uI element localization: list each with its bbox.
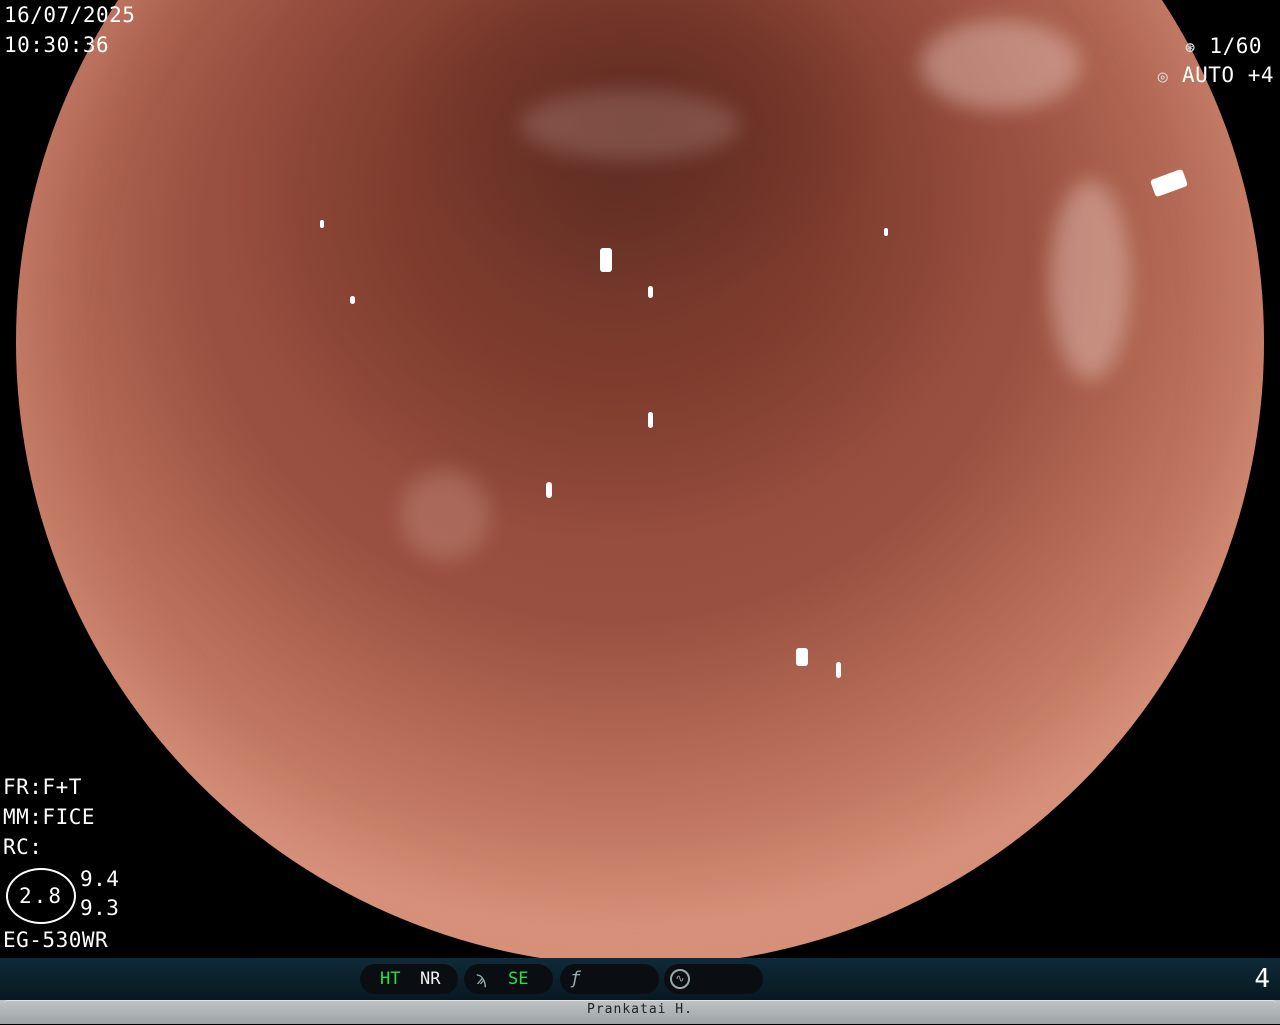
se-label: SE bbox=[508, 969, 529, 989]
mucosa-glare bbox=[520, 90, 740, 160]
function-icon: ƒ bbox=[570, 968, 581, 989]
exam-date: 16/07/2025 bbox=[4, 3, 136, 27]
ht-label: HT bbox=[380, 969, 401, 989]
specular-highlight bbox=[836, 662, 841, 678]
specular-highlight bbox=[648, 286, 653, 298]
gauge-upper-value: 9.4 bbox=[80, 867, 120, 891]
mucosa-glare bbox=[1050, 180, 1130, 380]
patient-name: Prankatai H. bbox=[587, 1002, 693, 1017]
waveform-icon: ∿ bbox=[670, 969, 690, 989]
record-label: RC: bbox=[3, 835, 43, 859]
waveform-indicator[interactable]: ∿ bbox=[664, 964, 763, 994]
status-bar: HT NR ϡ SE ƒ ∿ 4 bbox=[0, 958, 1280, 1000]
se-indicator[interactable]: ϡ SE bbox=[464, 964, 553, 994]
function-indicator[interactable]: ƒ bbox=[560, 964, 659, 994]
iris-icon: ◎ bbox=[1157, 67, 1169, 87]
specular-highlight bbox=[600, 248, 612, 272]
image-count: 4 bbox=[1254, 964, 1270, 994]
freeze-mode-label: FR:F+T bbox=[3, 775, 82, 799]
specular-highlight bbox=[648, 412, 653, 428]
specular-highlight bbox=[884, 228, 888, 236]
mucosa-glare bbox=[920, 20, 1080, 110]
scope-model: EG-530WR bbox=[3, 928, 109, 952]
patient-footer: Prankatai H. bbox=[0, 1000, 1280, 1024]
shutter-speed: ⊛ 1/60 bbox=[1181, 31, 1262, 63]
exposure-mode: ◎ AUTO +4 bbox=[1154, 60, 1274, 92]
measurement-mode-label: MM:FICE bbox=[3, 805, 96, 829]
magnification-gauge: 2.8 bbox=[6, 868, 76, 924]
specular-highlight bbox=[350, 296, 355, 304]
specular-highlight bbox=[546, 482, 552, 498]
aperture-icon: ⊛ bbox=[1185, 38, 1196, 58]
exposure-value: AUTO +4 bbox=[1181, 63, 1274, 87]
shutter-value: 1/60 bbox=[1209, 34, 1262, 58]
specular-highlight bbox=[320, 220, 324, 228]
gauge-lower-value: 9.3 bbox=[80, 896, 120, 920]
specular-highlight bbox=[796, 648, 808, 666]
nr-label: NR bbox=[420, 969, 441, 989]
exam-time: 10:30:36 bbox=[4, 33, 110, 57]
structure-enhance-icon: ϡ bbox=[476, 968, 487, 989]
ht-nr-indicator[interactable]: HT NR bbox=[360, 964, 458, 994]
mucosa-glare bbox=[400, 470, 490, 560]
